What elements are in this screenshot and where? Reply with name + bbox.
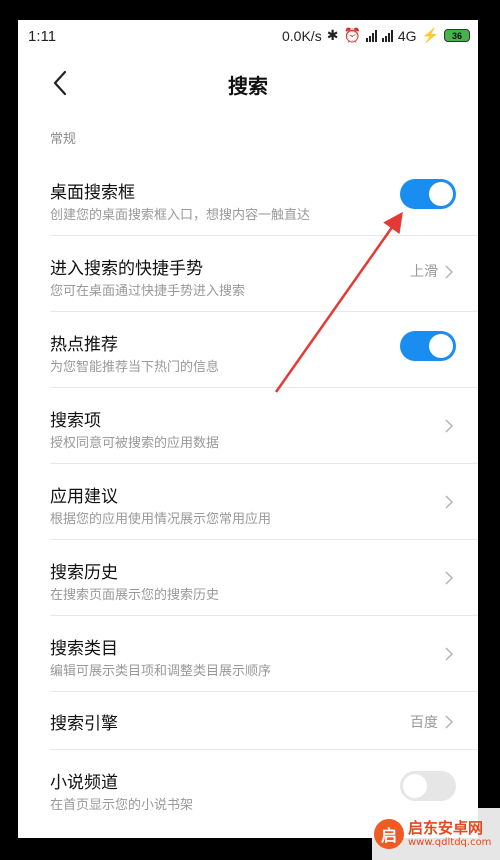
setting-value: 百度 — [410, 715, 438, 731]
bluetooth-icon: ✱ — [326, 27, 339, 43]
page-title: 搜索 — [228, 74, 268, 98]
network-type: 4G — [397, 27, 417, 44]
setting-title: 搜索类目 — [50, 639, 118, 659]
phone-screen: 1:11 0.0K/s ✱ ⏰ 4G ⚡ 36 搜索 常规 桌面搜索框 创建您的… — [18, 20, 478, 838]
section-label: 常规 — [50, 132, 77, 147]
setting-row-hot-recommend[interactable]: 热点推荐 为您智能推荐当下热门的信息 — [18, 312, 478, 388]
setting-subtitle: 授权同意可被搜索的应用数据 — [50, 436, 220, 451]
watermark-logo-icon: 启 — [374, 819, 404, 849]
network-speed: 0.0K/s — [282, 27, 322, 44]
setting-title: 搜索项 — [50, 411, 101, 431]
watermark-name: 启东安卓网 — [408, 818, 484, 837]
status-bar: 1:11 0.0K/s ✱ ⏰ 4G ⚡ 36 — [18, 20, 478, 54]
signal-icon — [365, 29, 377, 42]
alarm-icon: ⏰ — [343, 27, 361, 43]
watermark-text: 启东安卓网 www.qdltdq.com — [408, 818, 492, 849]
setting-subtitle: 您可在桌面通过快捷手势进入搜索 — [50, 284, 246, 299]
setting-row-search-items[interactable]: 搜索项 授权同意可被搜索的应用数据 — [18, 388, 478, 464]
setting-row-search-gesture[interactable]: 进入搜索的快捷手势 您可在桌面通过快捷手势进入搜索 上滑 — [18, 236, 478, 312]
setting-title: 桌面搜索框 — [50, 183, 135, 203]
chevron-right-icon — [445, 419, 454, 433]
setting-subtitle: 在首页显示您的小说书架 — [50, 798, 194, 813]
status-time: 1:11 — [28, 28, 57, 45]
setting-subtitle: 编辑可展示类目项和调整类目展示顺序 — [50, 664, 272, 679]
chevron-right-icon — [445, 265, 454, 279]
signal-icon — [381, 29, 393, 42]
setting-row-search-engine[interactable]: 搜索引擎 百度 — [18, 692, 478, 750]
setting-subtitle: 在搜索页面展示您的搜索历史 — [50, 588, 220, 603]
nav-bar: 搜索 — [18, 54, 478, 114]
chevron-right-icon — [445, 647, 454, 661]
setting-subtitle: 根据您的应用使用情况展示您常用应用 — [50, 512, 272, 527]
chevron-right-icon — [445, 571, 454, 585]
setting-title: 进入搜索的快捷手势 — [50, 259, 203, 279]
setting-subtitle: 为您智能推荐当下热门的信息 — [50, 360, 220, 375]
setting-value: 上滑 — [410, 264, 438, 280]
hot-recommend-toggle[interactable] — [400, 331, 456, 361]
setting-title: 小说频道 — [50, 773, 118, 793]
chevron-right-icon — [445, 715, 454, 729]
desktop-search-box-toggle[interactable] — [400, 179, 456, 209]
setting-title: 搜索引擎 — [50, 714, 118, 734]
setting-subtitle: 创建您的桌面搜索框入口，想搜内容一触直达 — [50, 208, 311, 223]
watermark-url: www.qdltdq.com — [408, 836, 492, 848]
charging-icon: ⚡ — [421, 27, 439, 43]
toggle-knob — [429, 334, 453, 358]
setting-title: 搜索历史 — [50, 563, 118, 583]
toggle-knob — [403, 774, 427, 798]
novel-channel-toggle[interactable] — [400, 771, 456, 801]
setting-title: 热点推荐 — [50, 335, 118, 355]
toggle-knob — [429, 182, 453, 206]
chevron-right-icon — [445, 495, 454, 509]
setting-title: 应用建议 — [50, 487, 118, 507]
battery-level: 36 — [451, 30, 462, 41]
battery-icon: 36 — [444, 29, 470, 42]
site-watermark: 启 启东安卓网 www.qdltdq.com — [372, 808, 500, 860]
setting-row-search-history[interactable]: 搜索历史 在搜索页面展示您的搜索历史 — [18, 540, 478, 616]
setting-row-app-suggestions[interactable]: 应用建议 根据您的应用使用情况展示您常用应用 — [18, 464, 478, 540]
setting-row-search-categories[interactable]: 搜索类目 编辑可展示类目项和调整类目展示顺序 — [18, 616, 478, 692]
status-icons: 0.0K/s ✱ ⏰ 4G ⚡ 36 — [282, 27, 470, 44]
setting-row-desktop-search-box[interactable]: 桌面搜索框 创建您的桌面搜索框入口，想搜内容一触直达 — [18, 160, 478, 236]
